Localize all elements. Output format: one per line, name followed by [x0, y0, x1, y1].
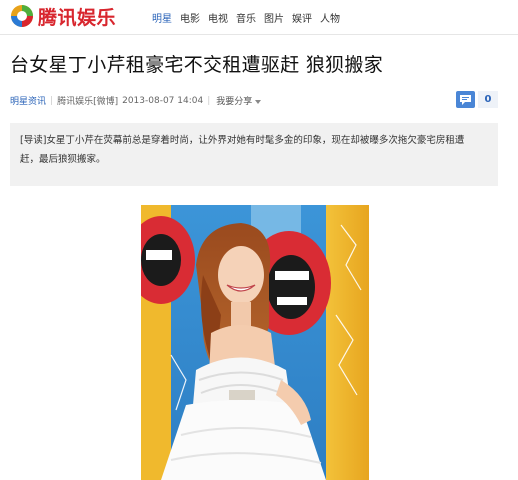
publish-datetime: 2013-08-07 14:04: [122, 95, 204, 106]
nav-item-photos[interactable]: 图片: [264, 10, 284, 25]
comment-bubble-icon: [456, 91, 475, 108]
share-label: 我要分享: [216, 97, 253, 107]
summary-text: [导读]女星丁小芹在荧幕前总是穿着时尚，让外界对她有时髦多金的印象，现在却被曝多…: [20, 135, 465, 165]
nav-item-tv[interactable]: 电视: [208, 10, 228, 25]
meta-divider: |: [50, 95, 54, 106]
site-logo[interactable]: 腾讯娱乐: [10, 3, 116, 29]
article-photo: [141, 205, 369, 480]
channel-link[interactable]: 明星资讯: [10, 94, 46, 107]
main-nav: 明星 电影 电视 音乐 图片 娱评 人物: [152, 10, 348, 25]
site-header: 腾讯娱乐 明星 电影 电视 音乐 图片 娱评 人物: [0, 0, 518, 35]
nav-item-music[interactable]: 音乐: [236, 10, 256, 25]
nav-item-reviews[interactable]: 娱评: [292, 10, 312, 25]
article-photo-image: [141, 205, 369, 480]
article-meta: 明星资讯 | 腾讯娱乐[微博] 2013-08-07 14:04 | 我要分享: [10, 94, 262, 107]
meta-divider: |: [207, 95, 211, 106]
article-summary: [导读]女星丁小芹在荧幕前总是穿着时尚，让外界对她有时髦多金的印象，现在却被曝多…: [10, 123, 498, 186]
source-link[interactable]: 腾讯娱乐[微博]: [57, 94, 118, 107]
nav-item-people[interactable]: 人物: [320, 10, 340, 25]
comment-widget[interactable]: 0: [456, 91, 498, 108]
tencent-logo-icon: [11, 5, 33, 27]
caret-down-icon: [255, 99, 262, 104]
comment-count[interactable]: 0: [478, 91, 498, 108]
nav-item-stars[interactable]: 明星: [152, 10, 172, 25]
nav-item-movies[interactable]: 电影: [180, 10, 200, 25]
share-button[interactable]: 我要分享: [216, 94, 262, 107]
article-title: 台女星丁小芹租豪宅不交租遭驱赶 狼狈搬家: [10, 54, 384, 76]
site-logo-text: 腾讯娱乐: [38, 6, 117, 29]
